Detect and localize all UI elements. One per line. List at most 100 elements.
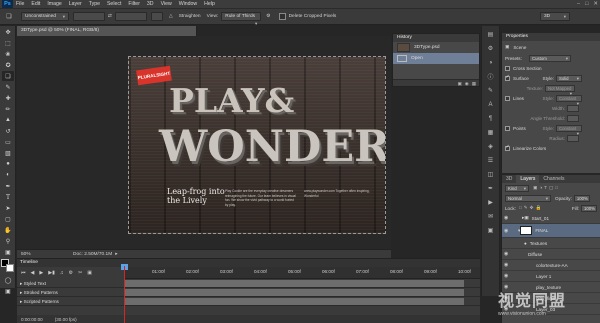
shape-tool-icon[interactable]: ▢ (2, 214, 14, 224)
eraser-tool-icon[interactable]: ▭ (2, 137, 14, 147)
layer-row[interactable]: ◉ Layer 1 (502, 271, 600, 282)
maximize-icon[interactable]: □ (585, 1, 588, 7)
settings-gear-icon[interactable]: ⚙ (266, 14, 270, 19)
visibility-eye-icon[interactable]: ◉ (504, 228, 510, 234)
tab-layers[interactable]: Layers (516, 175, 540, 183)
menu-select[interactable]: Select (107, 1, 121, 7)
settings-icon[interactable]: ⚙ (69, 270, 73, 276)
play-icon[interactable]: ▶ (39, 270, 43, 276)
actions-panel-icon[interactable]: ▶ (485, 197, 497, 208)
layer-row[interactable]: ◉ colortexture-AA (502, 260, 600, 271)
lock-icons[interactable]: □✎✥🔒 (519, 205, 543, 211)
history-panel-icon[interactable]: ▤ (485, 29, 497, 40)
presets-dropdown[interactable]: Custom (529, 54, 571, 62)
points-style-dropdown[interactable]: Constant (556, 124, 582, 132)
track-clip-bar[interactable] (124, 289, 464, 296)
gradient-tool-icon[interactable]: ▧ (2, 148, 14, 158)
layer-row[interactable]: ◉ Diffuse (502, 249, 600, 260)
points-checkbox[interactable] (505, 125, 510, 131)
menu-edit[interactable]: Edit (31, 1, 40, 7)
visibility-eye-icon[interactable]: ◉ (504, 251, 510, 257)
info-panel-icon[interactable]: ⓘ (485, 71, 497, 82)
crop-height-field[interactable] (115, 12, 148, 21)
channels-panel-icon[interactable]: ◫ (485, 169, 497, 180)
paragraph-panel-icon[interactable]: ¶ (485, 113, 497, 124)
minimize-icon[interactable]: – (577, 1, 580, 7)
move-tool-icon[interactable]: ✥ (2, 27, 14, 37)
fill-field[interactable]: 100% (581, 204, 597, 212)
tab-channels[interactable]: Channels (539, 176, 568, 182)
layer-row[interactable]: ● Textures (502, 238, 600, 249)
layer-filter-icons[interactable]: ▣◑T▢□ (533, 185, 560, 191)
trash-icon[interactable]: ▦ (472, 80, 476, 86)
surface-checkbox[interactable] (505, 74, 510, 81)
linearize-checkbox[interactable] (505, 144, 510, 151)
menu-image[interactable]: Image (47, 1, 61, 7)
prev-frame-icon[interactable]: ◀ (31, 270, 35, 276)
3d-panel-icon[interactable]: ▣ (485, 225, 497, 236)
pen-tool-icon[interactable]: ✒ (2, 181, 14, 191)
menu-file[interactable]: File (16, 1, 24, 7)
workspace-dropdown[interactable]: 3D (540, 12, 570, 21)
crop-tool-preset-icon[interactable]: ❏ (3, 12, 15, 22)
straighten-label[interactable]: Straighten (179, 14, 201, 19)
close-icon[interactable]: ✕ (593, 1, 598, 7)
character-panel-icon[interactable]: A (485, 99, 497, 110)
history-brush-tool-icon[interactable]: ↺ (2, 126, 14, 136)
menu-3d[interactable]: 3D (147, 1, 154, 7)
screen-mode-icon[interactable]: ▣ (2, 286, 14, 296)
visibility-eye-icon[interactable]: ◉ (504, 262, 510, 268)
swap-icon[interactable]: ⇄ (108, 14, 112, 19)
properties-panel-icon[interactable]: ⚙ (485, 43, 497, 54)
layer-row-selected[interactable]: ◉ ▾ FINAL (502, 224, 600, 238)
menu-window[interactable]: Window (179, 1, 197, 7)
angle-threshold-field[interactable] (567, 114, 579, 122)
tab-3d[interactable]: 3D (502, 176, 516, 182)
document-artwork[interactable]: PLURALSIGHT PLAY& WONDER Leap-frog into … (128, 56, 386, 234)
track-clip-bar[interactable] (124, 298, 464, 305)
zoom-tool-icon[interactable]: ⚲ (2, 236, 14, 246)
track-clip-bar[interactable] (124, 280, 464, 287)
crop-width-field[interactable] (73, 12, 105, 21)
new-document-icon[interactable]: ▣ (458, 80, 462, 86)
quick-mask-icon[interactable]: ◯ (2, 275, 14, 285)
stamp-tool-icon[interactable]: ▲ (2, 115, 14, 125)
audio-icon[interactable]: ♫ (60, 270, 64, 276)
healing-tool-icon[interactable]: ✚ (2, 93, 14, 103)
crop-tool-icon[interactable]: ❏ (2, 71, 14, 81)
menu-type[interactable]: Type (89, 1, 100, 7)
blur-tool-icon[interactable]: ● (2, 159, 14, 169)
opacity-field[interactable]: 100% (573, 194, 590, 202)
history-snapshot-row[interactable]: 3DType.psd (393, 42, 479, 53)
timeline-track[interactable]: ▸ Styled Text (17, 279, 480, 288)
radius-field[interactable] (567, 134, 579, 142)
camera-icon[interactable]: ◉ (465, 80, 469, 86)
lines-style-dropdown[interactable]: Constant (556, 94, 582, 102)
zoom-level[interactable]: 50% (21, 252, 45, 257)
paths-panel-icon[interactable]: ✒ (485, 183, 497, 194)
marquee-tool-icon[interactable]: ⬚ (2, 38, 14, 48)
visibility-eye-icon[interactable]: ◉ (504, 273, 510, 279)
texture-dropdown[interactable]: Not Mapped (545, 84, 575, 92)
3d-tool-icon[interactable]: ▣ (2, 247, 14, 257)
layers-panel-icon[interactable]: ☰ (485, 155, 497, 166)
timeline-tab[interactable]: Timeline (17, 259, 480, 267)
lines-checkbox[interactable] (505, 95, 510, 101)
layer-row[interactable]: ◉ ▸▣ Start_01 (502, 213, 600, 224)
menu-layer[interactable]: Layer (69, 1, 82, 7)
background-color-swatch[interactable] (6, 264, 14, 272)
clear-button[interactable] (151, 12, 164, 21)
view-overlay-dropdown[interactable]: Rule of Thirds (221, 12, 262, 21)
timeline-track[interactable]: ▸ Scripted Patterns (17, 297, 480, 306)
timeline-track[interactable]: ▸ Stroked Patterns (17, 288, 480, 297)
adjustments-icon[interactable]: ◑ (485, 57, 497, 68)
type-tool-icon[interactable]: T (2, 192, 14, 202)
cross-section-checkbox[interactable] (505, 65, 510, 71)
first-frame-icon[interactable]: ⏮ (21, 270, 26, 276)
notes-panel-icon[interactable]: ✉ (485, 211, 497, 222)
swatches-panel-icon[interactable]: ▦ (485, 127, 497, 138)
surface-style-dropdown[interactable]: Solid (556, 74, 582, 82)
next-frame-icon[interactable]: ▶▮ (48, 270, 55, 276)
dodge-tool-icon[interactable]: ◐ (2, 170, 14, 180)
layer-kind-dropdown[interactable]: Kind (505, 184, 529, 192)
